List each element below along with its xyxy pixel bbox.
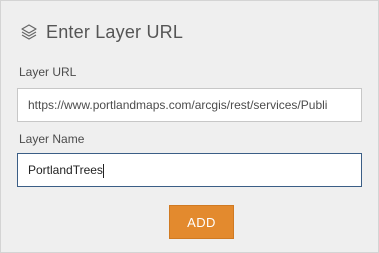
panel-header: Enter Layer URL [19, 19, 183, 45]
layer-url-value: https://www.portlandmaps.com/arcgis/rest… [28, 98, 328, 112]
layers-icon [19, 22, 39, 42]
layer-url-label: Layer URL [19, 65, 77, 79]
layer-name-value: PortlandTrees [28, 163, 103, 177]
enter-layer-url-panel: Enter Layer URL Layer URL https://www.po… [0, 0, 379, 253]
layer-name-label: Layer Name [19, 132, 85, 146]
layer-url-input[interactable]: https://www.portlandmaps.com/arcgis/rest… [17, 88, 362, 122]
text-caret [102, 163, 104, 178]
page-title: Enter Layer URL [46, 21, 184, 42]
layer-name-input[interactable]: PortlandTrees [17, 153, 362, 187]
add-button[interactable]: ADD [169, 205, 234, 239]
